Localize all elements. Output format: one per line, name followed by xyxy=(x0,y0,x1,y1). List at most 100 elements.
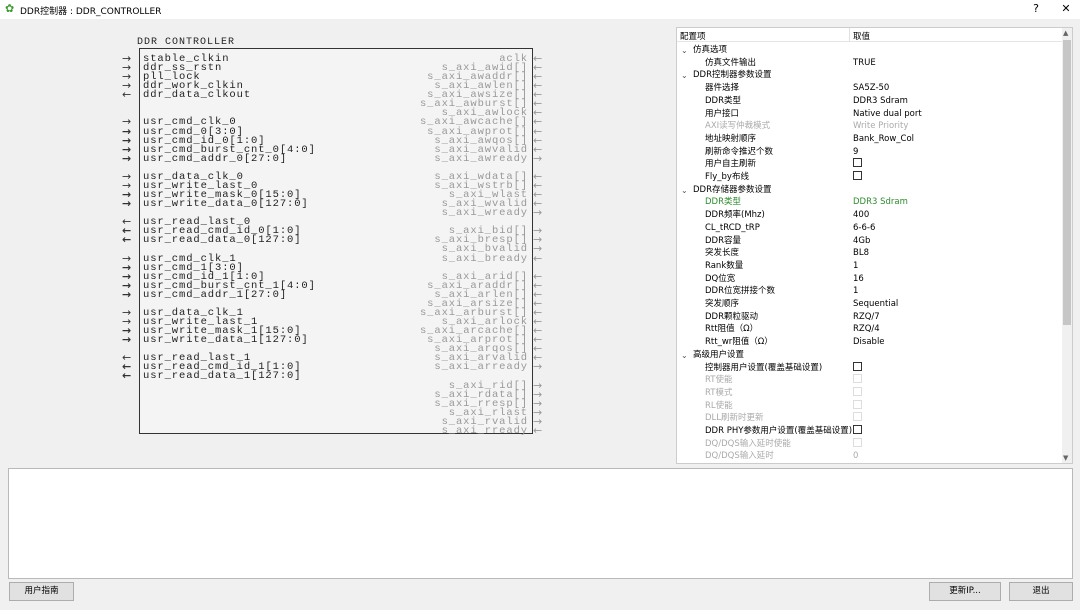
config-row[interactable]: 仿真文件输出 TRUE xyxy=(677,57,1062,70)
config-row[interactable]: RT模式 xyxy=(677,386,1062,400)
output-arrow-icon: ← xyxy=(122,88,132,102)
config-key: 高级用户设置 xyxy=(693,349,745,360)
config-tree[interactable]: 配置项 取值 ⌄ 仿真选项 仿真文件输出 TRUE ⌄ DDR控制器参数设置 器件选择 SA5… xyxy=(676,27,1073,464)
window-title: DDR控制器 : DDR_CONTROLLER xyxy=(20,7,162,17)
config-row[interactable]: 控制器用户设置(覆盖基础设置) xyxy=(677,361,1062,375)
config-key: AXI读写仲裁模式 xyxy=(705,121,771,132)
input-arrow-icon: ← xyxy=(533,251,543,265)
config-value[interactable]: 4Gb xyxy=(853,235,870,248)
config-value[interactable]: 1 xyxy=(853,285,858,298)
title-bar: ✿ DDR控制器 : DDR_CONTROLLER ? ✕ xyxy=(0,0,1080,19)
config-key: DQ位宽 xyxy=(705,273,736,284)
config-value[interactable]: RZQ/7 xyxy=(853,311,880,324)
config-value[interactable]: TRUE xyxy=(853,57,876,70)
input-arrow-icon: ← xyxy=(533,423,543,437)
column-header-key[interactable]: 配置项 xyxy=(680,30,706,42)
config-value[interactable]: 16 xyxy=(853,273,864,286)
config-checkbox[interactable] xyxy=(853,171,862,184)
pin-label: s_axi_rready xyxy=(441,424,528,437)
config-row[interactable]: DQ/DQS输入延时 0 xyxy=(677,450,1062,463)
config-row[interactable]: 突发顺序 Sequential xyxy=(677,298,1062,311)
config-row[interactable]: 用户接口 Native dual port xyxy=(677,108,1062,121)
config-row[interactable]: DDR类型 DDR3 Sdram xyxy=(677,196,1062,209)
chevron-down-icon[interactable]: ⌄ xyxy=(681,349,688,362)
scroll-down-icon[interactable]: ▼ xyxy=(1063,454,1068,462)
config-checkbox[interactable] xyxy=(853,425,862,438)
pin-label: usr_cmd_addr_0[27:0] xyxy=(143,152,288,165)
config-key: CL_tRCD_tRP xyxy=(705,222,760,233)
config-row[interactable]: DDR频率(Mhz) 400 xyxy=(677,209,1062,222)
output-arrow-icon: → xyxy=(533,360,543,374)
output-arrow-icon: ← xyxy=(122,233,132,247)
config-row[interactable]: 刷新命令推迟个数 9 xyxy=(677,146,1062,159)
pin-label: usr_cmd_addr_1[27:0] xyxy=(143,288,288,301)
update-ip-button[interactable]: 更新IP... xyxy=(929,582,1001,601)
config-value[interactable]: SA5Z-50 xyxy=(853,82,889,95)
config-key: 用户自主刷新 xyxy=(705,159,757,170)
config-row[interactable]: RT使能 xyxy=(677,374,1062,387)
config-key: DDR容量 xyxy=(705,235,741,246)
config-row[interactable]: 突发长度 BL8 xyxy=(677,247,1062,260)
config-value[interactable]: 1 xyxy=(853,260,858,273)
config-row[interactable]: Rtt_wr阻值（Ω） Disable xyxy=(677,336,1062,349)
column-header-value[interactable]: 取值 xyxy=(853,30,870,42)
config-value[interactable]: Bank_Row_Col xyxy=(853,133,914,146)
pin-label: s_axi_wready xyxy=(441,207,528,220)
config-row[interactable]: Fly_by布线 xyxy=(677,171,1062,184)
config-key: DDR类型 xyxy=(705,95,741,106)
config-value[interactable]: 9 xyxy=(853,146,858,159)
config-checkbox xyxy=(853,399,862,413)
config-row[interactable]: DQ位宽 16 xyxy=(677,273,1062,286)
output-arrow-icon: ← xyxy=(122,369,132,383)
exit-button[interactable]: 退出 xyxy=(1009,582,1073,601)
config-value[interactable]: Disable xyxy=(853,336,885,349)
output-arrow-icon: → xyxy=(533,151,543,165)
config-row[interactable]: RL使能 xyxy=(677,399,1062,413)
pin-label: usr_write_data_0[127:0] xyxy=(143,198,309,211)
config-row[interactable]: Rtt阻值（Ω） RZQ/4 xyxy=(677,323,1062,336)
config-checkbox[interactable] xyxy=(853,158,862,171)
config-row[interactable]: DDR容量 4Gb xyxy=(677,235,1062,248)
chevron-down-icon[interactable]: ⌄ xyxy=(681,184,688,197)
config-value[interactable]: Sequential xyxy=(853,298,898,311)
help-button[interactable]: ? xyxy=(1026,2,1046,15)
config-key: RT模式 xyxy=(705,387,733,398)
config-key: DDR类型 xyxy=(705,197,741,208)
config-checkbox[interactable] xyxy=(853,361,862,375)
config-row[interactable]: DDR类型 DDR3 Sdram xyxy=(677,95,1062,108)
chevron-down-icon[interactable]: ⌄ xyxy=(681,69,688,82)
chevron-down-icon[interactable]: ⌄ xyxy=(681,44,688,57)
config-row[interactable]: DDR颗粒驱动 RZQ/7 xyxy=(677,311,1062,324)
output-log[interactable] xyxy=(8,468,1073,579)
config-value[interactable]: Write Priority xyxy=(853,120,908,133)
config-row[interactable]: 用户自主刷新 xyxy=(677,158,1062,171)
config-value[interactable]: 6-6-6 xyxy=(853,222,875,235)
config-row[interactable]: AXI读写仲裁模式 Write Priority xyxy=(677,120,1062,133)
config-group[interactable]: ⌄ DDR存储器参数设置 xyxy=(677,184,1062,197)
config-row[interactable]: 器件选择 SA5Z-50 xyxy=(677,82,1062,95)
config-row[interactable]: DQ/DQS输入延时使能 xyxy=(677,437,1062,451)
scrollbar-thumb[interactable] xyxy=(1063,40,1071,325)
config-value[interactable]: 0 xyxy=(853,450,858,463)
config-row[interactable]: DDR位宽拼接个数 1 xyxy=(677,285,1062,298)
config-value[interactable]: 400 xyxy=(853,209,869,222)
config-row[interactable]: DDR PHY参数用户设置(覆盖基础设置) xyxy=(677,425,1062,438)
config-row[interactable]: DLL刷新时更新 xyxy=(677,412,1062,425)
scroll-up-icon[interactable]: ▲ xyxy=(1063,29,1068,37)
config-value[interactable]: BL8 xyxy=(853,247,869,260)
config-row[interactable]: CL_tRCD_tRP 6-6-6 xyxy=(677,222,1062,235)
config-row[interactable]: Rank数量 1 xyxy=(677,260,1062,273)
config-value[interactable]: Native dual port xyxy=(853,108,922,121)
user-guide-button[interactable]: 用户指南 xyxy=(9,582,74,601)
config-group[interactable]: ⌄ DDR控制器参数设置 xyxy=(677,69,1062,82)
config-row[interactable]: 地址映射顺序 Bank_Row_Col xyxy=(677,133,1062,146)
config-value[interactable]: DDR3 Sdram xyxy=(853,196,908,209)
vertical-scrollbar[interactable]: ▲ ▼ xyxy=(1062,28,1072,463)
config-key: Rank数量 xyxy=(705,260,744,271)
config-value[interactable]: RZQ/4 xyxy=(853,323,880,336)
config-key: RL使能 xyxy=(705,400,733,411)
config-group[interactable]: ⌄ 高级用户设置 xyxy=(677,349,1062,362)
config-group[interactable]: ⌄ 仿真选项 xyxy=(677,44,1062,57)
config-value[interactable]: DDR3 Sdram xyxy=(853,95,908,108)
close-button[interactable]: ✕ xyxy=(1056,2,1076,15)
